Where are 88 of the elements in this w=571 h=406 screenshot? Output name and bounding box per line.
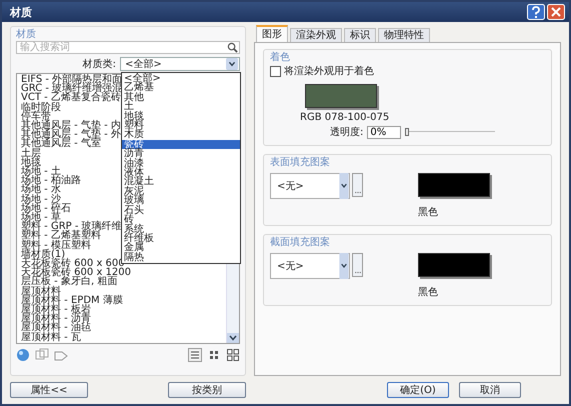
layers-icon[interactable]: [35, 348, 49, 362]
caret-icon: [339, 173, 349, 199]
help-icon[interactable]: [527, 4, 545, 20]
class-option[interactable]: 金属: [122, 243, 240, 253]
material-item[interactable]: 墙材质(1): [21, 250, 66, 260]
class-dropdown[interactable]: <全部>: [120, 57, 240, 71]
class-option[interactable]: 隔热: [122, 252, 240, 262]
color-swatch[interactable]: [418, 253, 490, 277]
group-label: 表面填充图案: [270, 157, 330, 169]
material-item[interactable]: 层压板 - 象牙白, 粗面: [21, 277, 118, 287]
material-item[interactable]: 屋顶材料: [21, 286, 61, 296]
material-item[interactable]: 塑料 - 乙烯基塑料: [21, 231, 101, 241]
class-option[interactable]: 地毯: [122, 112, 240, 122]
material-item[interactable]: 临时阶段: [21, 102, 61, 112]
group-label: 着色: [270, 52, 290, 64]
tab[interactable]: 物理特性: [378, 28, 430, 42]
class-option[interactable]: 乙烯基: [122, 83, 240, 93]
class-option[interactable]: 土: [122, 102, 240, 112]
class-option[interactable]: 纤维板: [122, 234, 240, 244]
color-name: 黑色: [418, 286, 439, 299]
caret-icon: [339, 253, 349, 279]
scroll-down-icon[interactable]: [227, 332, 239, 343]
material-item[interactable]: 场地 - 碎石: [21, 204, 71, 214]
rgb-value: RGB 078-100-075: [300, 112, 390, 123]
ellipsis-icon: [354, 191, 362, 194]
material-item[interactable]: EIFS - 外部隔热层和面: [21, 75, 122, 84]
class-option[interactable]: 石头: [122, 206, 240, 216]
material-item[interactable]: 场地 - 草: [21, 213, 61, 222]
search-icon: [227, 42, 238, 53]
material-item[interactable]: 屋顶材料 - 沥青: [21, 314, 91, 324]
ellipsis-icon: [354, 271, 362, 274]
material-item[interactable]: 其他通风层 - 气垫 - 外: [21, 130, 121, 140]
class-option[interactable]: 灰泥: [122, 186, 240, 196]
class-option[interactable]: 沥青: [122, 149, 240, 159]
checkbox[interactable]: [270, 66, 281, 76]
close-icon[interactable]: [547, 4, 565, 20]
pattern-dropdown[interactable]: <无>: [270, 173, 350, 199]
material-item[interactable]: 地毯: [21, 158, 41, 168]
color-name: 黑色: [418, 206, 439, 219]
class-option[interactable]: 油漆: [122, 158, 240, 168]
class-option[interactable]: 玻璃: [122, 196, 240, 206]
material-item[interactable]: 屋顶材料 - 油毡: [21, 323, 91, 333]
checkbox-label: 将渲染外观用于着色: [284, 64, 374, 78]
material-item[interactable]: 屋顶材料 - 瓦: [21, 332, 81, 342]
class-option[interactable]: 木质: [122, 130, 240, 140]
class-option[interactable]: 混凝土: [122, 177, 240, 187]
material-item[interactable]: VCT - 乙烯基复合瓷砖: [21, 93, 121, 103]
material-item[interactable]: 塑料 - 模压塑料: [21, 240, 91, 250]
class-option[interactable]: 液体: [122, 168, 240, 178]
color-swatch[interactable]: [305, 84, 377, 108]
search-field[interactable]: 输入搜索词: [16, 41, 240, 54]
dialog-button[interactable]: 确定(O): [387, 382, 449, 398]
transparency-field[interactable]: 0%: [367, 126, 402, 138]
material-item[interactable]: 场地 - 柏油路: [21, 176, 81, 186]
material-item[interactable]: 土层: [21, 148, 41, 158]
class-option[interactable]: 系统: [122, 224, 240, 234]
large-grid-icon[interactable]: [226, 348, 240, 362]
class-option[interactable]: 砖: [122, 215, 240, 224]
class-option[interactable]: 塑料: [122, 121, 240, 130]
material-item[interactable]: 其他通风层 - 气室: [21, 139, 101, 149]
class-label: 材质类:: [82, 58, 116, 71]
pattern-dropdown[interactable]: <无>: [270, 253, 350, 279]
material-item[interactable]: 屋顶材料 - 板岩: [21, 305, 91, 314]
dialog-button[interactable]: 属性<<: [10, 382, 88, 398]
transparency-label: 透明度:: [330, 126, 364, 139]
slider-thumb[interactable]: [405, 128, 410, 136]
material-item[interactable]: 天花板瓷砖 600 x 1200: [21, 268, 131, 278]
dialog-button[interactable]: 按类别: [168, 382, 246, 398]
material-item[interactable]: 其他通风层 - 气垫 - 内: [21, 121, 121, 130]
color-swatch[interactable]: [418, 173, 490, 197]
tab[interactable]: 图形: [256, 25, 288, 42]
material-item[interactable]: GRC - 玻璃纤维增强混: [21, 84, 122, 94]
dialog-button[interactable]: 取消: [459, 382, 521, 398]
sphere-icon[interactable]: [16, 348, 30, 362]
class-option[interactable]: <全部>: [122, 74, 240, 84]
list-view-icon[interactable]: [188, 348, 202, 362]
window-title: 材质: [10, 4, 32, 20]
group-label: 截面填充图案: [270, 237, 330, 249]
material-item[interactable]: 停车带: [21, 112, 51, 122]
caret-icon: [225, 58, 239, 70]
group-label: 材质: [16, 29, 36, 41]
class-option[interactable]: 其他: [122, 92, 240, 102]
browse-button[interactable]: [352, 173, 363, 197]
material-item[interactable]: 场地 - 沙: [21, 194, 61, 204]
material-item[interactable]: 场地 - 水: [21, 185, 61, 195]
tab[interactable]: 渲染外观: [290, 28, 342, 42]
browse-button[interactable]: [352, 253, 363, 277]
tab[interactable]: 标识: [344, 28, 376, 42]
